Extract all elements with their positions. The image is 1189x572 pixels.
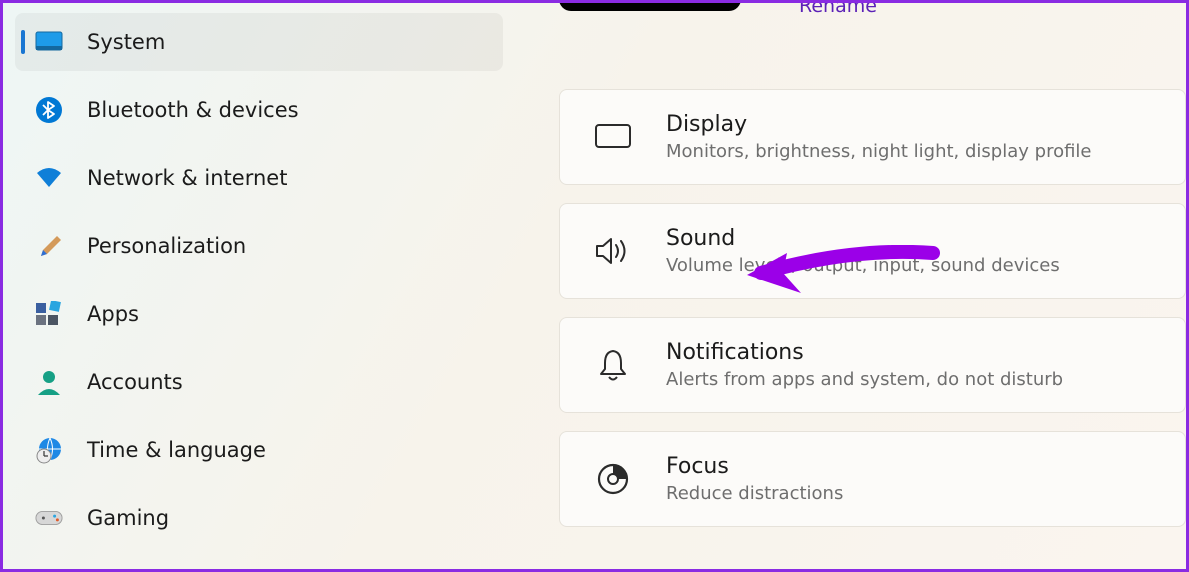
globe-clock-icon — [35, 436, 63, 464]
bluetooth-icon — [35, 96, 63, 124]
card-text: Sound Volume levels, output, input, soun… — [666, 226, 1060, 276]
settings-window: System Bluetooth & devices Network & int… — [0, 0, 1189, 572]
sidebar-item-label: System — [87, 30, 165, 54]
card-text: Display Monitors, brightness, night ligh… — [666, 112, 1092, 162]
card-notifications[interactable]: Notifications Alerts from apps and syste… — [559, 317, 1186, 413]
card-display[interactable]: Display Monitors, brightness, night ligh… — [559, 89, 1186, 185]
card-subtitle: Reduce distractions — [666, 483, 843, 504]
card-subtitle: Volume levels, output, input, sound devi… — [666, 255, 1060, 276]
card-text: Focus Reduce distractions — [666, 454, 843, 504]
card-sound[interactable]: Sound Volume levels, output, input, soun… — [559, 203, 1186, 299]
sidebar-item-accounts[interactable]: Accounts — [15, 353, 503, 411]
sidebar-item-label: Apps — [87, 302, 139, 326]
settings-sidebar: System Bluetooth & devices Network & int… — [15, 13, 503, 557]
brush-icon — [35, 232, 63, 260]
sidebar-item-personalization[interactable]: Personalization — [15, 217, 503, 275]
apps-icon — [35, 300, 63, 328]
monitor-icon — [35, 28, 63, 56]
bell-icon — [590, 342, 636, 388]
sidebar-item-gaming[interactable]: Gaming — [15, 489, 503, 547]
person-icon — [35, 368, 63, 396]
sidebar-item-apps[interactable]: Apps — [15, 285, 503, 343]
rename-link[interactable]: Rename — [799, 0, 877, 17]
device-name-redacted — [559, 0, 741, 11]
card-title: Sound — [666, 226, 1060, 251]
card-title: Display — [666, 112, 1092, 137]
sidebar-item-label: Network & internet — [87, 166, 287, 190]
card-subtitle: Alerts from apps and system, do not dist… — [666, 369, 1063, 390]
gamepad-icon — [35, 504, 63, 532]
display-icon — [590, 114, 636, 160]
sidebar-item-time-language[interactable]: Time & language — [15, 421, 503, 479]
sidebar-item-label: Personalization — [87, 234, 246, 258]
card-text: Notifications Alerts from apps and syste… — [666, 340, 1063, 390]
sidebar-item-label: Time & language — [87, 438, 266, 462]
header-strip: Rename — [559, 3, 1186, 19]
focus-icon — [590, 456, 636, 502]
sidebar-item-system[interactable]: System — [15, 13, 503, 71]
sidebar-item-network[interactable]: Network & internet — [15, 149, 503, 207]
card-subtitle: Monitors, brightness, night light, displ… — [666, 141, 1092, 162]
sidebar-item-label: Bluetooth & devices — [87, 98, 299, 122]
sidebar-item-bluetooth[interactable]: Bluetooth & devices — [15, 81, 503, 139]
sidebar-item-label: Gaming — [87, 506, 169, 530]
sidebar-item-label: Accounts — [87, 370, 183, 394]
wifi-icon — [35, 164, 63, 192]
card-focus[interactable]: Focus Reduce distractions — [559, 431, 1186, 527]
system-cards: Display Monitors, brightness, night ligh… — [559, 89, 1186, 545]
card-title: Focus — [666, 454, 843, 479]
card-title: Notifications — [666, 340, 1063, 365]
settings-main: Rename Display Monitors, brightness, nig… — [559, 3, 1186, 569]
sound-icon — [590, 228, 636, 274]
